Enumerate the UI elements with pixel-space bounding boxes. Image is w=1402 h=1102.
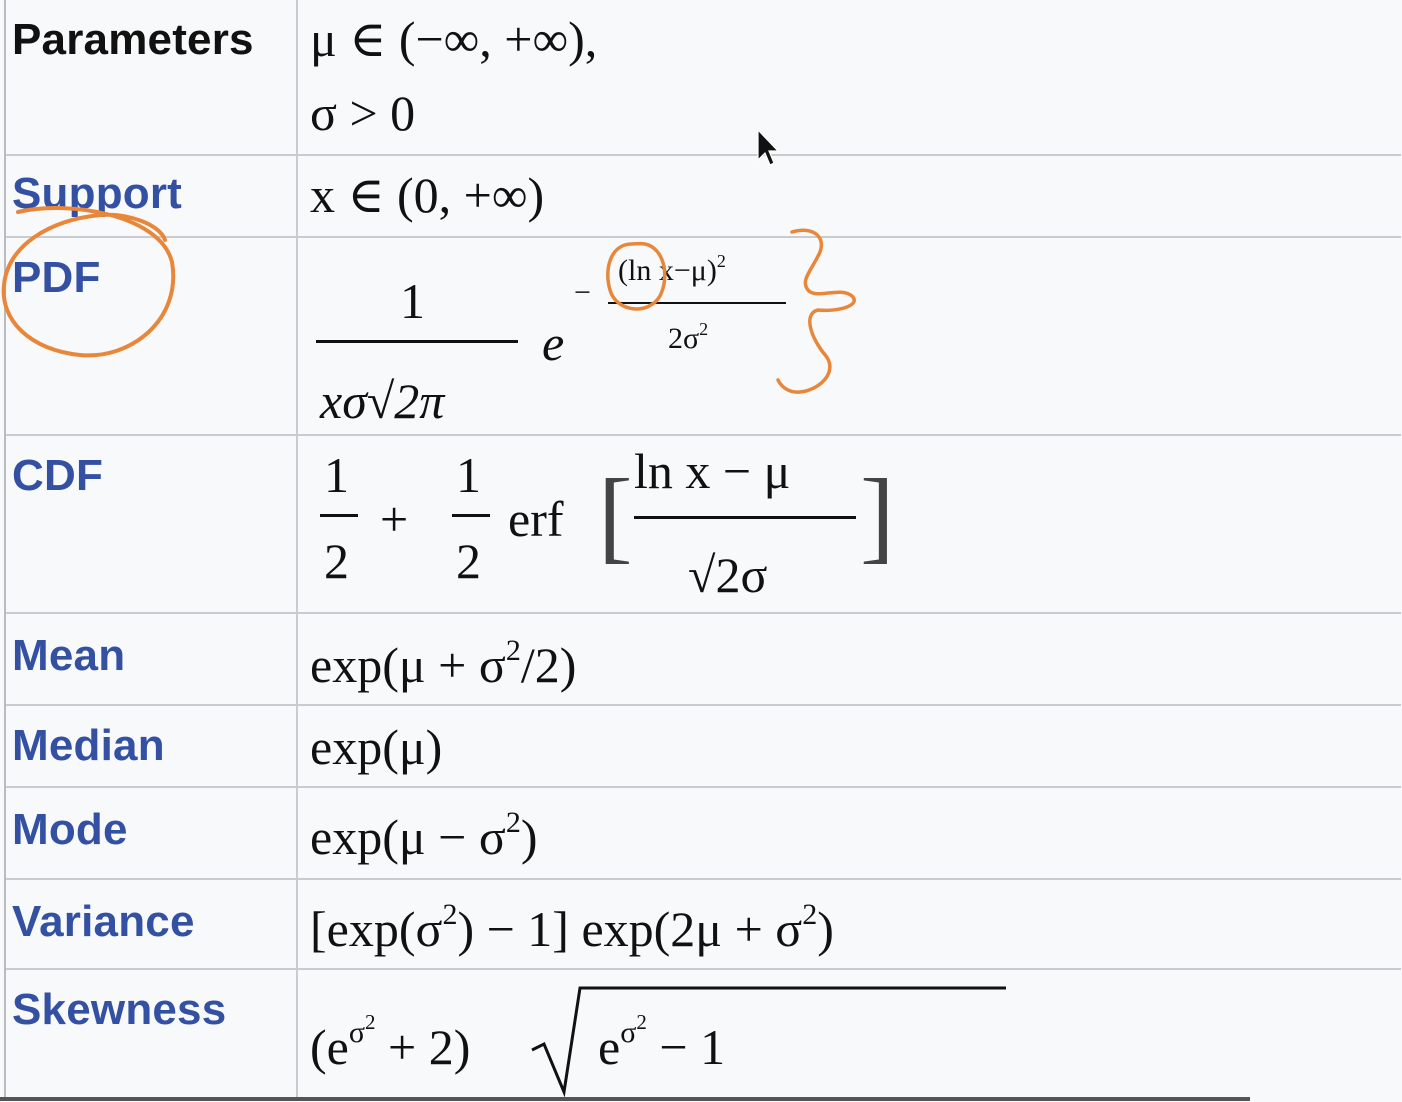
pdf-circle-annotation [1,206,176,358]
brace-annotation [776,228,856,394]
ln-circle-annotation [606,241,667,311]
mouse-pointer [757,128,780,166]
annotation-layer [1,128,856,394]
